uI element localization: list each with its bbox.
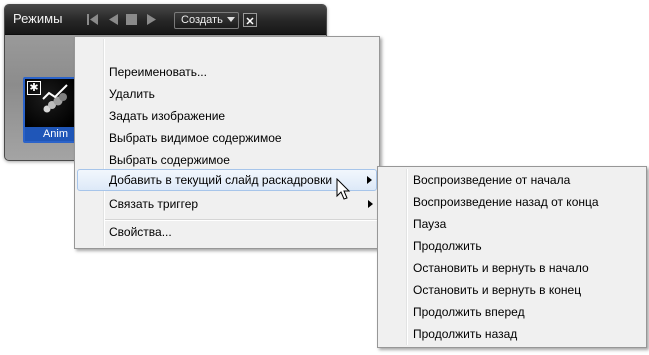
close-icon <box>246 17 254 25</box>
menu-item-label: Свойства... <box>109 225 172 239</box>
submenu-item-label: Пауза <box>413 217 447 231</box>
submenu-item-label: Воспроизведение от начала <box>413 173 571 187</box>
menu-item-delete[interactable]: Удалить <box>77 83 377 105</box>
submenu-arrow-icon <box>367 176 372 184</box>
submenu-item-resume-backward[interactable]: Продолжить назад <box>380 323 644 345</box>
play-icon[interactable] <box>147 14 156 25</box>
menu-item-label: Добавить в текущий слайд раскадровки <box>109 173 333 187</box>
submenu-item-resume[interactable]: Продолжить <box>380 235 644 257</box>
submenu-item-label: Остановить и вернуть в начало <box>413 261 589 275</box>
submenu-item-stop-and-go-to-end[interactable]: Остановить и вернуть в конец <box>380 279 644 301</box>
context-menu: Переименовать... Удалить Задать изображе… <box>74 36 380 249</box>
menu-item-label: Задать изображение <box>109 109 226 123</box>
menu-item-add-to-storyboard[interactable]: Добавить в текущий слайд раскадровки <box>77 169 377 191</box>
menu-item-label: Переименовать... <box>109 65 207 79</box>
menu-item-rename[interactable]: Переименовать... <box>77 61 377 83</box>
submenu-item-play-from-start[interactable]: Воспроизведение от начала <box>380 169 644 191</box>
submenu-item-resume-forward[interactable]: Продолжить вперед <box>380 301 644 323</box>
submenu-item-stop-and-go-to-start[interactable]: Остановить и вернуть в начало <box>380 257 644 279</box>
menu-item-set-image[interactable]: Задать изображение <box>77 105 377 127</box>
submenu-item-label: Продолжить вперед <box>413 305 525 319</box>
submenu-item-label: Остановить и вернуть в конец <box>413 283 582 297</box>
menu-item-select-content[interactable]: Выбрать содержимое <box>77 149 377 171</box>
submenu-item-label: Продолжить назад <box>413 327 518 341</box>
stop-icon[interactable] <box>126 14 137 25</box>
submenu-item-label: Воспроизведение назад от конца <box>413 195 599 209</box>
panel-title: Режимы <box>13 11 63 26</box>
submenu-item-play-reverse-from-end[interactable]: Воспроизведение назад от конца <box>380 191 644 213</box>
step-back-icon[interactable] <box>109 14 118 25</box>
menu-item-label: Выбрать видимое содержимое <box>109 131 282 145</box>
submenu-item-label: Продолжить <box>413 239 482 253</box>
create-button-label: Создать <box>181 14 223 26</box>
storyboard-submenu: Воспроизведение от начала Воспроизведени… <box>377 166 647 348</box>
dropdown-arrow-icon <box>227 17 235 22</box>
close-button[interactable] <box>243 13 257 27</box>
menu-item-properties[interactable]: Свойства... <box>77 221 377 243</box>
submenu-item-pause[interactable]: Пауза <box>380 213 644 235</box>
go-to-start-icon[interactable] <box>87 14 99 25</box>
menu-item-label: Выбрать содержимое <box>109 153 230 167</box>
menu-item-select-visible-content[interactable]: Выбрать видимое содержимое <box>77 127 377 149</box>
menu-item-label: Удалить <box>109 87 155 101</box>
menu-item-link-trigger[interactable]: Связать триггер <box>77 193 377 215</box>
menu-item-label: Связать триггер <box>109 197 199 211</box>
panel-header: Режимы Создать <box>5 5 326 35</box>
mouse-cursor-icon <box>336 178 351 200</box>
star-icon: ✱ <box>27 81 41 95</box>
create-button[interactable]: Создать <box>174 12 239 29</box>
submenu-arrow-icon <box>368 200 373 208</box>
